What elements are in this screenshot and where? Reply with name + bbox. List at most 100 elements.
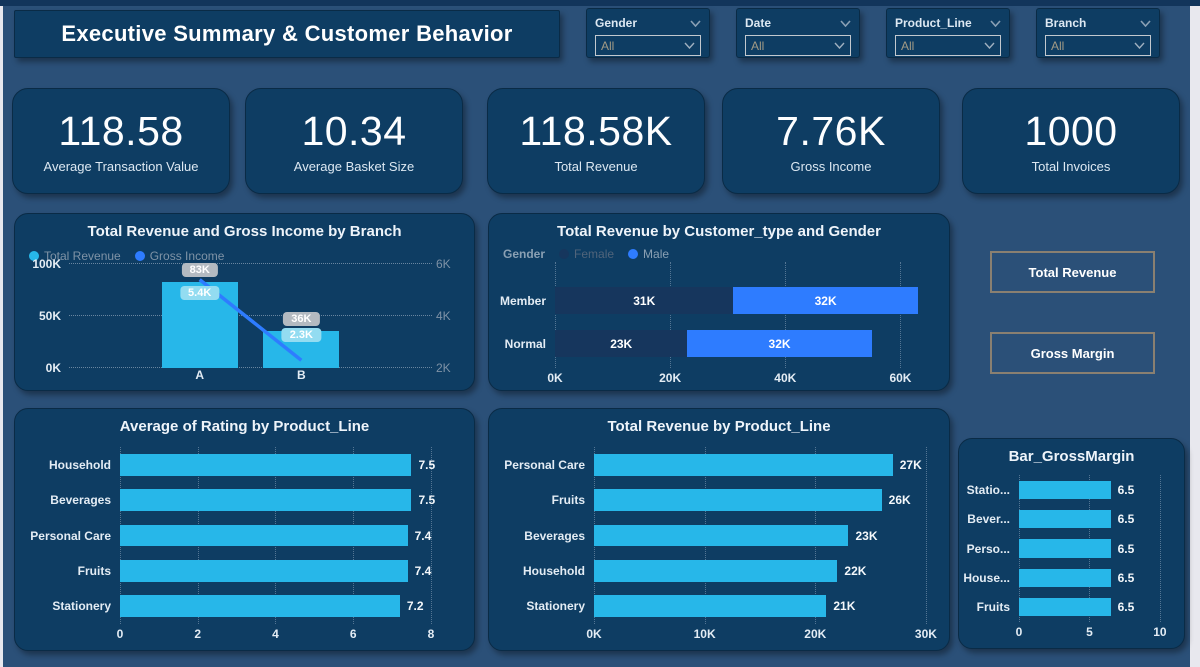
kpi-value: 118.58K [519,108,672,155]
kpi-total-revenue: 118.58K Total Revenue [487,88,705,194]
line-series [69,264,432,368]
bar-grossmargin-chart: Statio...Bever...Perso...House...Fruits6… [965,475,1174,640]
bar[interactable] [594,560,837,582]
axis-tick-label: 60K [889,371,911,385]
filter-label: Branch [1045,16,1086,30]
filter-product-line-dropdown[interactable]: All [895,35,1001,56]
value-label: 6.5 [1118,571,1135,585]
kpi-value: 7.76K [776,108,886,155]
bar[interactable] [594,595,826,617]
category-axis: HouseholdBeveragesPersonal CareFruitsSta… [25,447,120,624]
category-label: A [195,368,204,382]
value-label: 6.5 [1118,512,1135,526]
bar-row: 7.5 [120,482,462,517]
category-label: Household [499,553,594,588]
axis-tick-label: 6K [436,257,451,271]
category-label: Fruits [25,553,120,588]
filter-gender-dropdown[interactable]: All [595,35,701,56]
bar-row: 7.2 [120,589,462,624]
kpi-label: Total Invoices [1032,159,1111,174]
branch-combo-chart: Total Revenue Gross Income 0K50K100K83K3… [25,244,464,384]
bar-segment[interactable]: 31K [555,287,733,314]
plot-area: HouseholdBeveragesPersonal CareFruitsSta… [25,447,462,624]
kpi-label: Average Transaction Value [44,159,199,174]
bar[interactable] [120,489,411,511]
combo-x-axis: AB [69,368,432,384]
filter-date-dropdown[interactable]: All [745,35,851,56]
x-axis: 02468 [120,624,462,642]
bar[interactable] [594,525,848,547]
x-axis: 0K10K20K30K [594,624,937,642]
bar-row: 7.5 [120,447,462,482]
plot-area: Statio...Bever...Perso...House...Fruits6… [965,475,1174,622]
right-value-axis: 2K4K6K [432,264,464,368]
bar-row: 6.5 [1019,475,1174,504]
filter-product-line-header[interactable]: Product_Line [895,14,1001,32]
category-label: B [297,368,306,382]
chart-card-customer-gender: Total Revenue by Customer_type and Gende… [488,213,950,391]
filter-label: Product_Line [895,16,972,30]
category-axis: Statio...Bever...Perso...House...Fruits [965,475,1019,622]
legend-item-female[interactable]: Female [559,247,614,261]
filter-date: Date All [736,8,860,58]
category-axis: Personal CareFruitsBeveragesHouseholdSta… [499,447,594,624]
value-label: 27K [900,458,922,472]
bar[interactable] [1019,510,1111,528]
bar[interactable] [1019,481,1111,499]
chart-title: Total Revenue by Customer_type and Gende… [489,214,949,242]
plot: 83K36K5.4K2.3K [69,264,432,368]
bar-segment[interactable]: 23K [555,330,687,357]
bar-row: 26K [594,482,937,517]
chart-title: Average of Rating by Product_Line [15,409,474,437]
bar[interactable] [1019,539,1111,557]
bar-segment[interactable]: 32K [733,287,917,314]
bar-row: 22K [594,553,937,588]
plot: 7.57.57.47.47.2 [120,447,462,624]
bar-row: 6.5 [1019,504,1174,533]
filter-gender-header[interactable]: Gender [595,14,701,32]
dropdown-value: All [1051,39,1064,53]
bar-row: 7.4 [120,553,462,588]
legend-item-male[interactable]: Male [628,247,669,261]
filter-branch: Branch All [1036,8,1160,58]
bar[interactable] [120,595,400,617]
value-label: 26K [889,493,911,507]
bar-segment[interactable]: 32K [687,330,871,357]
gross-margin-button[interactable]: Gross Margin [990,332,1155,374]
filter-branch-header[interactable]: Branch [1045,14,1151,32]
chart-card-bar-grossmargin: Bar_GrossMargin Statio...Bever...Perso..… [958,438,1185,649]
plot-area: Personal CareFruitsBeveragesHouseholdSta… [499,447,937,624]
total-revenue-button[interactable]: Total Revenue [990,251,1155,293]
bar[interactable] [120,525,408,547]
bar-row: 27K [594,447,937,482]
bar[interactable] [594,454,893,476]
filter-branch-dropdown[interactable]: All [1045,35,1151,56]
axis-tick-label: 100K [32,257,61,271]
axis-tick-label: 0 [1016,625,1023,639]
dashboard-canvas: Executive Summary & Customer Behavior Ge… [0,0,1200,667]
chart-title: Total Revenue by Product_Line [489,409,949,437]
dropdown-value: All [751,39,764,53]
kpi-average-basket-size: 10.34 Average Basket Size [245,88,463,194]
bar[interactable] [120,454,411,476]
bar[interactable] [594,489,882,511]
value-label: 7.4 [415,564,432,578]
axis-tick-label: 2 [194,627,201,641]
bar[interactable] [1019,569,1111,587]
chevron-down-icon [1134,42,1145,49]
kpi-label: Gross Income [791,159,872,174]
legend-item-gross-income[interactable]: Gross Income [135,249,225,263]
bar[interactable] [1019,598,1111,616]
axis-tick-label: 10 [1153,625,1166,639]
kpi-value: 118.58 [58,108,183,155]
chevron-down-icon [840,20,851,27]
filter-date-header[interactable]: Date [745,14,851,32]
chart-card-branch-combo: Total Revenue and Gross Income by Branch… [14,213,475,391]
x-axis: 0510 [1019,622,1174,640]
value-label: 7.5 [418,458,435,472]
kpi-label: Average Basket Size [294,159,414,174]
bar[interactable] [120,560,408,582]
category-label: Beverages [499,518,594,553]
stacked-bar-row: 23K32K [555,330,935,357]
kpi-label: Total Revenue [554,159,637,174]
